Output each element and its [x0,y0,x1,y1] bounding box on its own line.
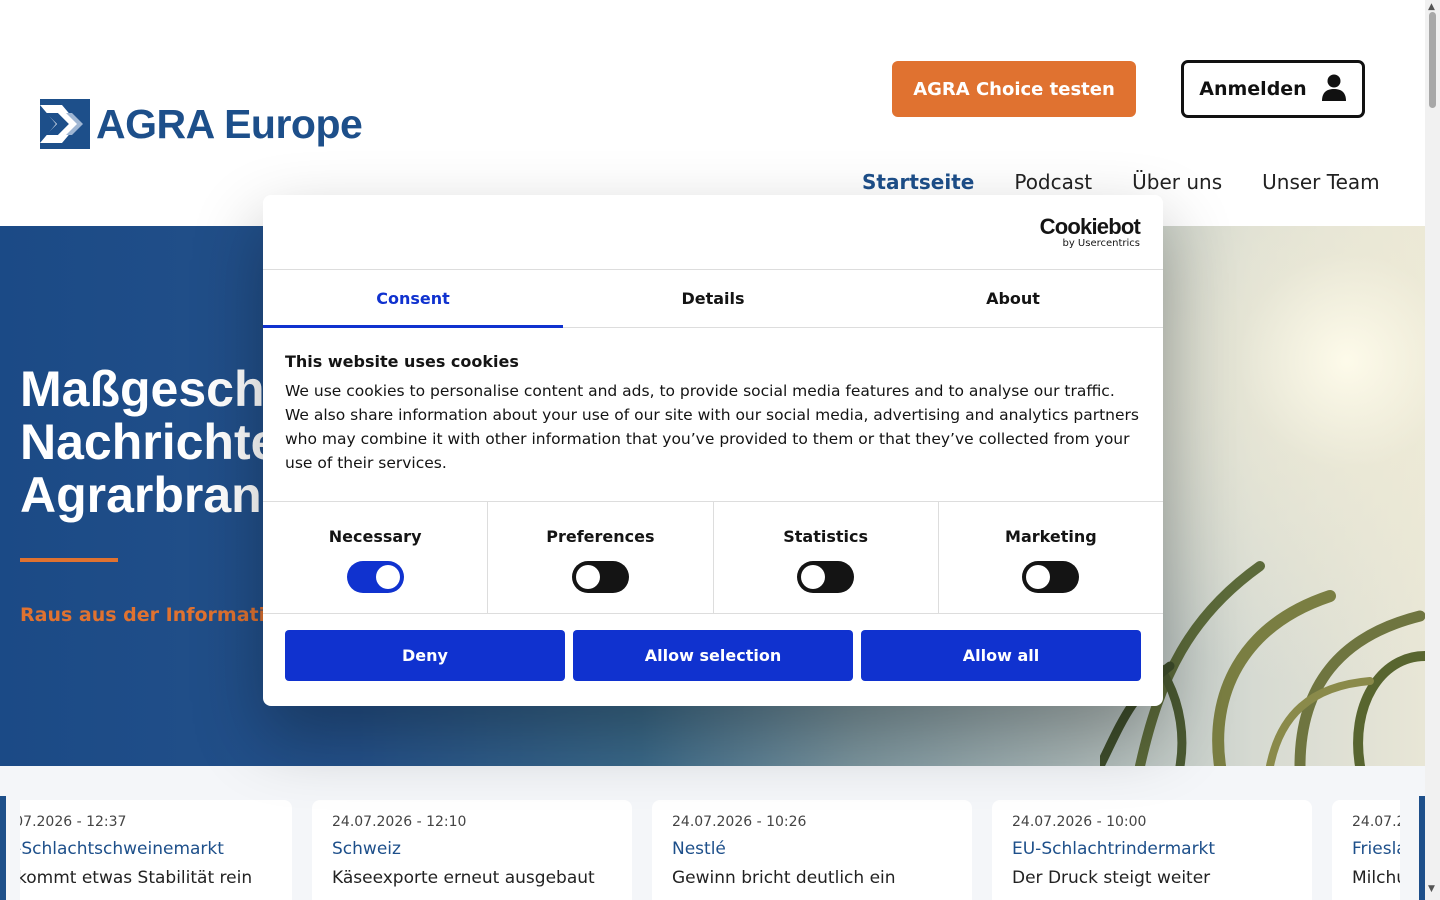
news-headline[interactable]: Gewinn bricht deutlich ein [672,868,952,888]
cookie-tabs: Consent Details About [263,270,1163,328]
cookie-actions: Deny Allow selection Allow all [263,614,1163,681]
toggle-preferences: Preferences [488,502,714,613]
news-ticker: 24.07.2026 - 12:37 EU-Schlachtschweinema… [0,766,1425,900]
toggle-label-marketing: Marketing [1005,527,1097,546]
cookie-description: This website uses cookies We use cookies… [263,328,1163,502]
news-headline[interactable]: Milchumsatz [1352,868,1400,888]
statistics-switch[interactable] [797,561,855,593]
tab-about[interactable]: About [863,270,1163,327]
cookiebot-logo-subtext: by Usercentrics [1062,238,1140,249]
news-headline[interactable]: Es kommt etwas Stabilität rein [20,868,272,888]
allow-selection-button[interactable]: Allow selection [573,630,853,681]
ticker-edge-left [0,796,6,900]
news-category[interactable]: Friesland [1352,839,1400,859]
nav-item-podcast[interactable]: Podcast [1014,170,1092,194]
switch-knob [801,565,826,589]
news-card[interactable]: 24.07.2026 - 12:10 Schweiz Käseexporte e… [312,800,632,900]
preferences-switch[interactable] [571,561,629,593]
tab-details[interactable]: Details [563,270,863,327]
news-category[interactable]: Nestlé [672,839,952,859]
nav-item-unser-team[interactable]: Unser Team [1262,170,1379,194]
logo-chevron-icon [40,99,90,149]
cookie-consent-dialog: Cookiebot by Usercentrics Consent Detail… [263,195,1163,706]
news-card[interactable]: 24.07.2026 - 12:37 EU-Schlachtschweinema… [20,800,292,900]
news-date: 24.07.2026 - 12:37 [20,814,127,830]
toggle-label-necessary: Necessary [328,527,422,546]
news-track: 24.07.2026 - 12:37 EU-Schlachtschweinema… [20,800,1400,900]
cookie-dialog-header: Cookiebot by Usercentrics [263,195,1163,270]
cookie-category-toggles: Necessary Preferences Statistics Marketi… [263,502,1163,614]
toggle-necessary: Necessary [263,502,489,613]
news-card[interactable]: 24.07.2026 - 10:00 EU-Schlachtrindermark… [992,800,1312,900]
deny-button[interactable]: Deny [285,630,565,681]
toggle-statistics: Statistics [714,502,939,613]
logo-text: AGRA Europe [96,100,363,147]
scroll-down-arrow-icon[interactable]: ▼ [1428,884,1435,894]
marketing-switch[interactable] [1022,561,1080,593]
news-date: 24.07.2026 - 12:10 [332,814,467,830]
user-icon [1321,73,1347,106]
necessary-switch[interactable] [346,561,404,593]
news-card[interactable]: 24.07.2026 - 10:26 Nestlé Gewinn bricht … [652,800,972,900]
cookie-title: This website uses cookies [285,352,519,371]
toggle-marketing: Marketing [939,502,1163,613]
news-date: 24.07.2026 - 10:00 [1012,814,1147,830]
hero-divider [20,558,118,562]
switch-knob [575,565,600,589]
nav-item-startseite[interactable]: Startseite [862,170,974,194]
site-logo[interactable]: AGRA Europe [40,99,363,149]
page-scrollbar[interactable]: ▲ ▼ [1425,0,1440,900]
agra-choice-label: AGRA Choice testen [913,78,1115,100]
scroll-up-arrow-icon[interactable]: ▲ [1428,2,1435,12]
news-headline[interactable]: Der Druck steigt weiter [1012,868,1292,888]
news-category[interactable]: Schweiz [332,839,612,859]
agra-choice-button[interactable]: AGRA Choice testen [892,61,1136,117]
scroll-thumb[interactable] [1429,12,1436,108]
cookiebot-logo-text: Cookiebot [1039,214,1141,239]
login-label: Anmelden [1199,78,1307,100]
news-date: 24.07.2026 - 10:26 [672,814,807,830]
cookiebot-logo[interactable]: Cookiebot by Usercentrics [1039,214,1141,250]
news-headline[interactable]: Käseexporte erneut ausgebaut [332,868,612,888]
news-date: 24.07.2026 - 09:45 [1352,814,1400,830]
nav-item-ueber-uns[interactable]: Über uns [1132,170,1222,194]
news-card[interactable]: 24.07.2026 - 09:45 Friesland Milchumsatz [1332,800,1400,900]
news-category[interactable]: EU-Schlachtschweinemarkt [20,839,272,859]
toggle-label-statistics: Statistics [783,527,868,546]
tab-consent[interactable]: Consent [263,270,563,328]
allow-all-button[interactable]: Allow all [861,630,1141,681]
news-category[interactable]: EU-Schlachtrindermarkt [1012,839,1292,859]
cookie-text: We use cookies to personalise content an… [285,382,1139,472]
switch-knob [1026,565,1051,589]
login-button[interactable]: Anmelden [1181,60,1365,118]
switch-knob [375,565,400,589]
main-nav: Startseite Podcast Über uns Unser Team [862,170,1380,194]
toggle-label-preferences: Preferences [546,527,655,546]
